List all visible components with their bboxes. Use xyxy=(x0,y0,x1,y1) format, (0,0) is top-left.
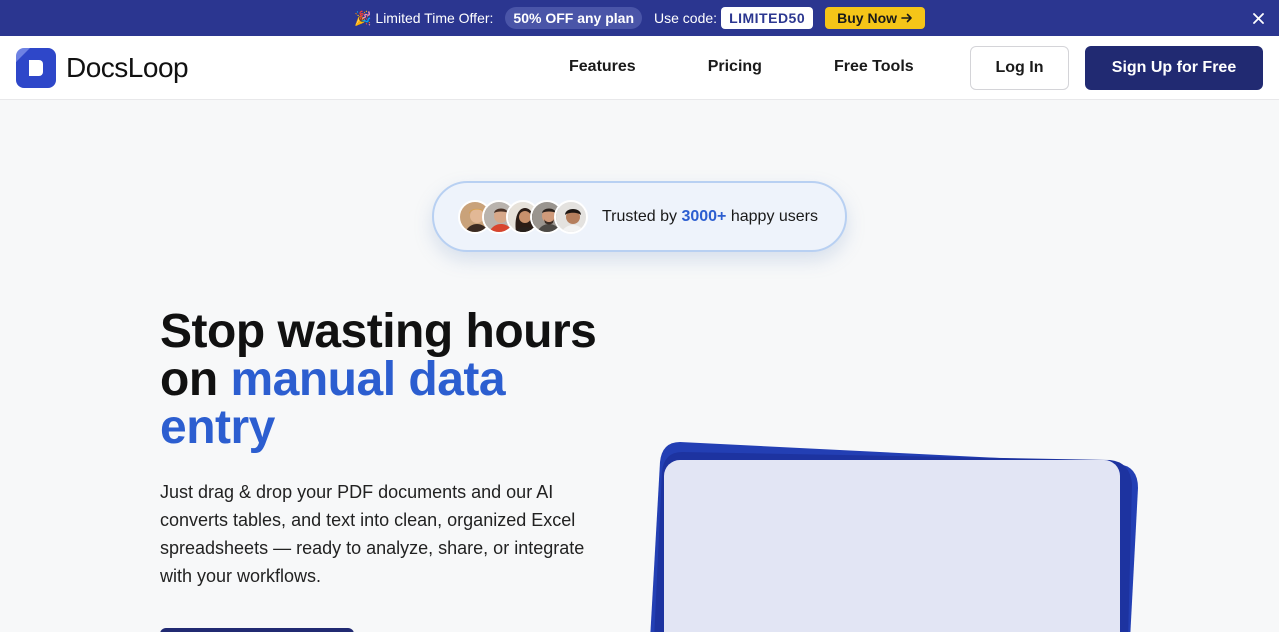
nav-pricing[interactable]: Pricing xyxy=(708,58,762,76)
use-code-label: Use code: xyxy=(654,10,718,26)
logo-text: DocsLoop xyxy=(66,52,189,83)
close-promo-button[interactable] xyxy=(1249,9,1267,27)
buy-now-label: Buy Now xyxy=(837,10,898,26)
headline-line1: Stop wasting hours xyxy=(160,305,597,358)
arrow-right-icon xyxy=(901,13,912,23)
logo[interactable]: DocsLoop xyxy=(16,48,189,88)
promo-code: LIMITED50 xyxy=(721,7,814,29)
nav-features[interactable]: Features xyxy=(569,58,636,76)
site-header: DocsLoop Features Pricing Free Tools Log… xyxy=(0,36,1279,100)
hero-subcopy: Just drag & drop your PDF documents and … xyxy=(160,482,585,586)
trust-prefix: Trusted by xyxy=(602,207,677,225)
offer-text: Limited Time Offer: xyxy=(375,10,494,26)
discount-pill: 50% OFF any plan xyxy=(505,7,643,29)
buy-now-button[interactable]: Buy Now xyxy=(825,7,926,29)
trust-suffix: happy users xyxy=(730,207,819,225)
nav-free-tools[interactable]: Free Tools xyxy=(834,58,914,76)
hero-headline: Stop wasting hours on manual data entry xyxy=(160,308,630,452)
main-nav: Features Pricing Free Tools xyxy=(569,58,986,76)
login-button[interactable]: Log In xyxy=(970,46,1069,90)
trust-badge: Trusted by 3000+ happy users xyxy=(432,181,847,252)
trust-text: Trusted by 3000+ happy users xyxy=(602,208,818,226)
avatar xyxy=(554,199,588,234)
close-icon xyxy=(1252,12,1264,24)
user-count: 3000+ xyxy=(681,207,727,225)
party-popper-icon: 🎉 xyxy=(353,9,372,26)
promo-bar: 🎉 Limited Time Offer: 50% OFF any plan U… xyxy=(0,0,1279,36)
docsloop-logo-icon xyxy=(16,48,56,88)
signup-button[interactable]: Sign Up for Free xyxy=(1085,46,1263,90)
hero-cta-button[interactable] xyxy=(160,628,354,632)
hero-illustration xyxy=(640,440,1160,632)
headline-on: on xyxy=(160,353,218,406)
avatar-group xyxy=(458,199,588,234)
